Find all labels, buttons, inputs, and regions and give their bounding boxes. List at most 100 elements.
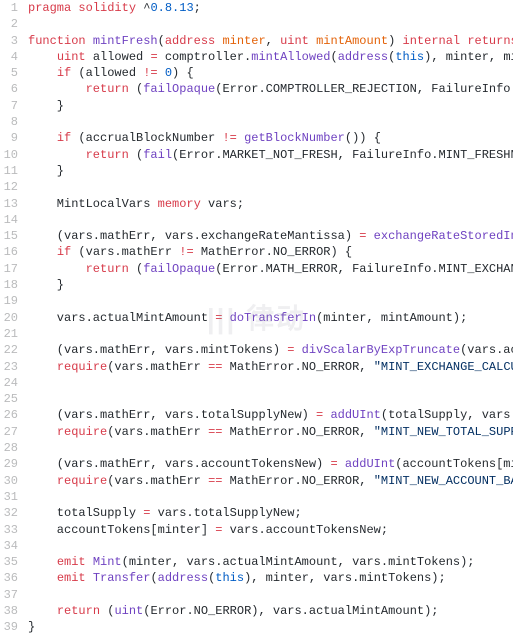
- token-pln: (vars.mathErr: [71, 245, 179, 259]
- token-fn: uint: [114, 604, 143, 618]
- line-number: 7: [0, 98, 18, 114]
- line-number: 35: [0, 554, 18, 570]
- line-number: 4: [0, 49, 18, 65]
- token-pln: vars.totalSupplyNew;: [150, 506, 301, 520]
- code-line: (vars.mathErr, vars.exchangeRateMantissa…: [28, 228, 513, 244]
- line-number: 27: [0, 424, 18, 440]
- line-number: 39: [0, 619, 18, 635]
- token-kw: require: [57, 360, 107, 374]
- token-pln: [86, 34, 93, 48]
- code-line: }: [28, 98, 513, 114]
- token-pln: (: [129, 82, 143, 96]
- token-pln: ) {: [172, 66, 194, 80]
- code-block: 1234567891011121314151617181920212223242…: [0, 0, 513, 636]
- token-pln: MintLocalVars: [28, 197, 158, 211]
- token-kw: ==: [208, 360, 222, 374]
- code-line: [28, 179, 513, 195]
- line-number: 38: [0, 603, 18, 619]
- line-number: 16: [0, 244, 18, 260]
- code-line: emit Transfer(address(this), minter, var…: [28, 570, 513, 586]
- line-number: 5: [0, 65, 18, 81]
- line-number: 10: [0, 147, 18, 163]
- token-pln: ), minter, mintAmount);: [424, 50, 513, 64]
- token-kw: internal: [403, 34, 461, 48]
- line-number: 25: [0, 391, 18, 407]
- code-line: [28, 375, 513, 391]
- token-pln: (Error.MATH_ERROR, FailureInfo.MINT_EXCH…: [215, 262, 513, 276]
- token-pln: (: [129, 148, 143, 162]
- token-str: "MINT_NEW_ACCOUNT_BALANCE_CALCULATION_F: [374, 474, 513, 488]
- code-line: }: [28, 163, 513, 179]
- token-pln: (totalSupply, vars.mintTokens);: [381, 408, 513, 422]
- token-pln: }: [28, 164, 64, 178]
- line-number: 11: [0, 163, 18, 179]
- token-pln: allowed: [86, 50, 151, 64]
- token-kw: !=: [179, 245, 193, 259]
- code-line: require(vars.mathErr == MathError.NO_ERR…: [28, 424, 513, 440]
- token-fn: failOpaque: [143, 262, 215, 276]
- line-number: 13: [0, 196, 18, 212]
- token-fn: divScalarByExpTruncate: [302, 343, 460, 357]
- token-pln: [222, 311, 229, 325]
- code-line: return (fail(Error.MARKET_NOT_FRESH, Fai…: [28, 147, 513, 163]
- token-pln: [28, 425, 57, 439]
- token-pln: [158, 66, 165, 80]
- token-pln: (vars.mathErr, vars.mintTokens): [28, 343, 287, 357]
- token-fn: mintFresh: [93, 34, 158, 48]
- token-fn: failOpaque: [143, 82, 215, 96]
- code-line: totalSupply = vars.totalSupplyNew;: [28, 505, 513, 521]
- token-pln: (minter, mintAmount);: [316, 311, 467, 325]
- line-number-gutter: 1234567891011121314151617181920212223242…: [0, 0, 28, 636]
- token-pln: [86, 555, 93, 569]
- code-line: uint allowed = comptroller.mintAllowed(a…: [28, 49, 513, 65]
- code-line: [28, 212, 513, 228]
- token-kw: require: [57, 474, 107, 488]
- line-number: 14: [0, 212, 18, 228]
- token-kw: !=: [143, 66, 157, 80]
- token-fn: addUInt: [330, 408, 380, 422]
- line-number: 37: [0, 587, 18, 603]
- token-kw: require: [57, 425, 107, 439]
- token-pln: (accrualBlockNumber: [71, 131, 222, 145]
- token-kw: if: [57, 131, 71, 145]
- token-lit: this: [215, 571, 244, 585]
- token-pln: }: [28, 278, 64, 292]
- token-fn: doTransferIn: [230, 311, 316, 325]
- code-source: pragma solidity ^0.8.13;function mintFre…: [28, 0, 513, 636]
- token-kw: function: [28, 34, 86, 48]
- token-pln: ()) {: [345, 131, 381, 145]
- token-kw: ==: [208, 425, 222, 439]
- token-kw: memory: [158, 197, 201, 211]
- token-fn: address: [338, 50, 388, 64]
- token-kw: return: [86, 148, 129, 162]
- token-pln: (: [100, 604, 114, 618]
- token-pln: }: [28, 620, 35, 634]
- line-number: 33: [0, 522, 18, 538]
- token-orn: minter: [222, 34, 265, 48]
- code-line: return (failOpaque(Error.MATH_ERROR, Fai…: [28, 261, 513, 277]
- token-pln: [28, 474, 57, 488]
- token-pln: ;: [194, 1, 201, 15]
- token-pln: ): [388, 34, 402, 48]
- token-pln: accountTokens[minter]: [28, 523, 215, 537]
- code-line: [28, 326, 513, 342]
- token-pln: (vars.mathErr, vars.totalSupplyNew): [28, 408, 316, 422]
- token-kw: emit: [57, 571, 86, 585]
- token-orn: mintAmount: [316, 34, 388, 48]
- line-number: 20: [0, 310, 18, 326]
- line-number: 1: [0, 0, 18, 16]
- line-number: 2: [0, 16, 18, 32]
- token-pln: [294, 343, 301, 357]
- line-number: 12: [0, 179, 18, 195]
- code-line: MintLocalVars memory vars;: [28, 196, 513, 212]
- token-pln: (accountTokens[minter], vars.mintTok: [395, 457, 513, 471]
- code-line: require(vars.mathErr == MathError.NO_ERR…: [28, 359, 513, 375]
- token-pln: [28, 66, 57, 80]
- token-pln: vars.actualMintAmount: [28, 311, 215, 325]
- token-kw: return: [86, 82, 129, 96]
- token-lit: 0.8.13: [150, 1, 193, 15]
- token-kw: =: [330, 457, 337, 471]
- token-pln: (minter, vars.actualMintAmount, vars.min…: [122, 555, 475, 569]
- line-number: 36: [0, 570, 18, 586]
- token-fn: Transfer: [93, 571, 151, 585]
